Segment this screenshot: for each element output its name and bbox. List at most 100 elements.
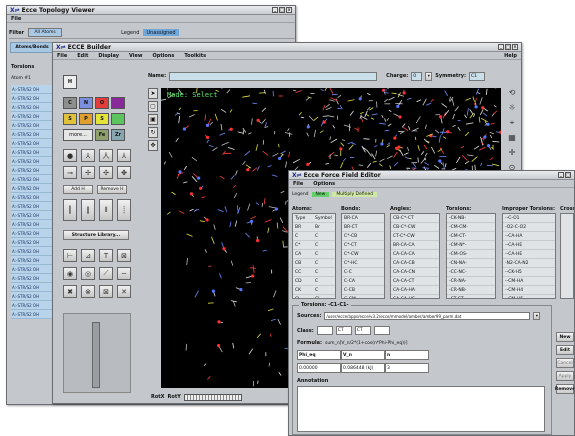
residue-icon[interactable]: ◉ [63,267,77,280]
list-item[interactable]: CA C [293,250,335,259]
remove-h-button[interactable]: Remove H [97,185,127,194]
list-item[interactable]: --CM-H5 [503,295,555,299]
class-field-3[interactable]: CT [354,326,371,335]
param-value-n[interactable]: 3 [385,363,429,373]
list-item[interactable]: -N2-CA-N2 [503,259,555,268]
list-item[interactable]: -CM-N*- [447,241,495,250]
list-item[interactable]: C-CM [342,295,384,299]
element-c-button[interactable]: C [63,97,77,109]
list-item[interactable]: CA-CA-CT [391,277,439,286]
bond-aromatic-icon[interactable]: ┊ [117,199,131,221]
element-o-button[interactable]: O [95,97,109,109]
list-item[interactable]: CT-C*-CW [391,232,439,241]
element-zr-button[interactable]: Zr [111,129,125,141]
list-item[interactable]: -CK-NB- [447,214,495,223]
class-field-4[interactable] [373,326,390,335]
list-item[interactable]: C-C [342,268,384,277]
element-s-button[interactable]: S [63,113,77,125]
list-item[interactable]: C-CA [342,277,384,286]
class-field-1[interactable] [316,326,333,335]
geometry-linear-icon[interactable]: ⊸ [63,166,77,179]
maximize-icon[interactable]: □ [279,7,285,13]
bond-double-icon[interactable]: ‖ [81,199,95,221]
cross-list[interactable] [560,213,574,299]
menu-options[interactable]: Options [152,53,174,59]
bonds-list[interactable]: BR-CA BR-CT C*-CB C*-CT C*-CW C*-HC C-C C-CA C-C… [341,213,385,299]
list-item[interactable]: --CK-H5 [503,268,555,277]
list-item[interactable]: CB C [293,259,335,268]
select-arrow-icon[interactable]: ➤ [148,88,158,99]
list-item[interactable]: BR-CT [342,223,384,232]
minimize-icon[interactable]: _ [272,7,278,13]
improper-list[interactable]: --C-O1 -O2-C-O2 --CA-HA --CA-HE --CA-HE -N2-C… [502,213,556,299]
geometry-bent-icon[interactable]: ⅄ [81,149,95,162]
geometry-octahedral-icon[interactable]: ✤ [117,166,131,179]
list-item[interactable]: C*-CW [342,250,384,259]
list-item[interactable]: C*-CT [342,241,384,250]
symmetry-input[interactable]: C1 [469,71,486,81]
list-item[interactable]: CA-CA-CA [391,250,439,259]
view-move-icon[interactable]: ✛ [505,148,519,161]
class-field-2[interactable]: CT [335,326,352,335]
param-value-phi[interactable]: 0.00000 [297,363,341,373]
select-box-icon[interactable]: ▢ [148,101,158,112]
menu-edit[interactable]: Edit [77,53,88,59]
geometry-tetrahedral-icon[interactable]: ⅄ [117,149,131,162]
list-item[interactable]: -CR-NA- [447,277,495,286]
remove-button[interactable]: Remove [555,384,574,394]
list-item[interactable]: CA-CA-CB [391,259,439,268]
name-input[interactable] [169,71,378,81]
list-item[interactable]: CL Cl [293,295,335,299]
list-item[interactable]: C* C [293,241,335,250]
view-lighting-icon[interactable]: ☼ [505,103,519,116]
menu-file[interactable]: File [293,181,303,187]
translate-icon[interactable]: ✥ [148,140,158,151]
sources-field[interactable]: /user/ecce/apps/ecce/v3.2/ecce/mmodel/am… [324,312,531,320]
menu-options[interactable]: Options [313,181,335,187]
list-item[interactable]: BR Br [293,223,335,232]
view-grid-icon[interactable]: ▦ [505,133,519,146]
close-icon[interactable]: × [286,7,292,13]
list-item[interactable]: --C-O1 [503,214,555,223]
minimize-icon[interactable]: _ [558,172,564,178]
element-fe-button[interactable]: Fe [95,129,109,141]
text-tool-icon[interactable]: T [99,249,113,262]
minimize-icon[interactable]: _ [498,44,504,50]
structure-library-button[interactable]: Structure Library... [63,230,129,240]
list-item[interactable]: -CN-NA- [447,259,495,268]
delete-atom-icon[interactable]: ✖ [63,285,77,298]
geometry-square-icon[interactable]: ✢ [81,166,95,179]
list-item[interactable]: C*-HC [342,259,384,268]
apply-button[interactable]: Apply [556,371,574,381]
delete-bond-icon[interactable]: ⊗ [81,285,95,298]
angles-list[interactable]: CB-C*-CT CB-C*-CW CT-C*-CW BR-CA-CA CA-CA-CA… [390,213,440,299]
element-p-button[interactable]: P [79,113,93,125]
maximize-icon[interactable]: □ [505,44,511,50]
solvate-icon[interactable]: ◎ [81,267,95,280]
list-item[interactable]: --CM-H4 [503,286,555,295]
edit-button[interactable]: Edit [556,345,574,355]
list-item[interactable]: -CM-OS- [447,250,495,259]
charge-dropdown-icon[interactable]: ▾ [425,71,433,81]
builder-titlebar[interactable]: X⇌ ECCE Builder _ □ × [53,43,521,52]
topology-titlebar[interactable]: X⇌ Ecce Topology Viewer _ □ × [7,6,295,15]
list-item[interactable]: CB-C*-CT [391,214,439,223]
list-item[interactable]: --CA-HE [503,241,555,250]
insert-fragment-icon[interactable]: ⊢ [63,249,77,262]
measure-icon[interactable]: ⟋ [99,267,113,280]
maximize-icon[interactable]: □ [565,172,571,178]
list-item[interactable]: BR-CA-CA [391,241,439,250]
filter-all-atoms-tab[interactable]: All Atoms [28,28,63,37]
element-h-button[interactable]: H [63,75,77,89]
element-green-button[interactable] [111,113,125,125]
list-item[interactable]: BR-CA [342,214,384,223]
list-item[interactable]: CD C [293,277,335,286]
list-item[interactable]: CK C [293,286,335,295]
element-purple-button[interactable] [111,97,125,109]
torsions-list[interactable]: -CK-NB- -CM-CM- -CM-CT- -CM-N*- -CM-OS- -CN-N… [446,213,496,299]
atoms-list[interactable]: Type Symbol BR Br C C C* C CA C CB C CC C CD C CK C CL Cl [292,213,336,299]
view-rotate-icon[interactable]: ⟲ [505,88,519,101]
list-item[interactable]: CC C [293,268,335,277]
list-item[interactable]: --CM-HA [503,277,555,286]
list-item[interactable]: C*-CB [342,232,384,241]
